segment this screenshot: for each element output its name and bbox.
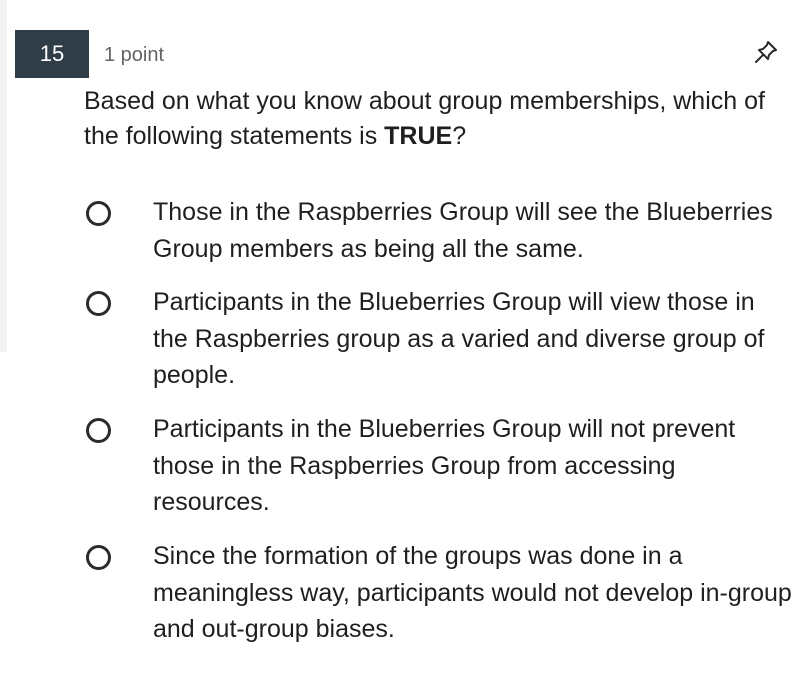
answer-option-label: Since the formation of the groups was do… [153, 542, 792, 643]
question-text-emphasis: TRUE [384, 122, 453, 150]
answer-option-3[interactable]: Participants in the Blueberries Group wi… [84, 415, 796, 523]
answer-option-1[interactable]: Those in the Raspberries Group will see … [84, 198, 796, 270]
question-text-end: ? [452, 122, 467, 150]
question-points: 1 point [104, 44, 165, 66]
question-text: Based on what you know about group membe… [84, 84, 784, 154]
radio-unselected-icon[interactable] [86, 418, 111, 443]
left-panel-edge [0, 0, 7, 352]
answer-option-label: Those in the Raspberries Group will see … [153, 198, 773, 263]
answer-option-2[interactable]: Participants in the Blueberries Group wi… [84, 288, 796, 396]
answer-option-label: Participants in the Blueberries Group wi… [153, 288, 765, 389]
answer-option-label: Participants in the Blueberries Group wi… [153, 415, 736, 516]
radio-unselected-icon[interactable] [86, 201, 111, 226]
radio-unselected-icon[interactable] [86, 291, 111, 316]
radio-unselected-icon[interactable] [86, 545, 111, 570]
question-number-badge: 15 [15, 30, 89, 78]
answer-option-4[interactable]: Since the formation of the groups was do… [84, 542, 796, 650]
pin-icon[interactable] [752, 38, 780, 66]
